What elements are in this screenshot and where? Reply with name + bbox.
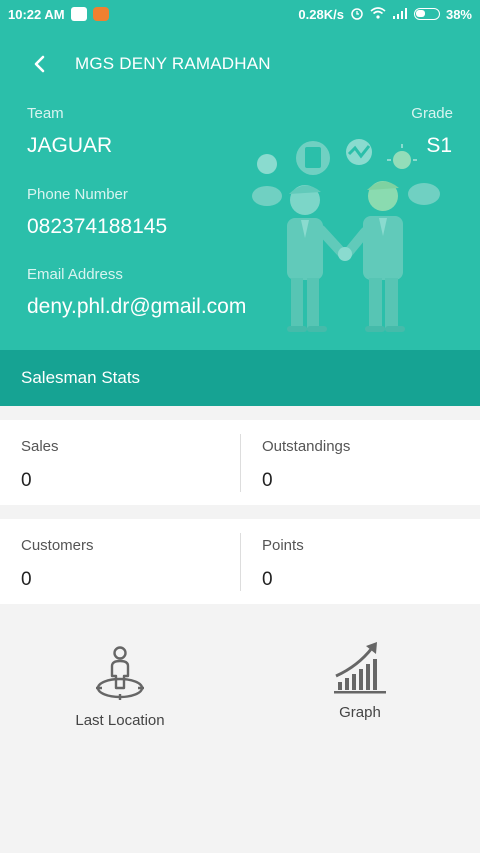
- handshake-illustration: [252, 139, 440, 332]
- stat-outstandings: Outstandings 0: [241, 420, 480, 505]
- stats-row-sales: Sales 0 Outstandings 0: [0, 420, 480, 505]
- profile-header: 10:22 AM 0.28K/s 38% MGS DENY RAMADHAN T…: [0, 0, 480, 350]
- grade-label: Grade: [411, 105, 453, 122]
- sales-label: Sales: [21, 438, 59, 455]
- status-bar: 10:22 AM 0.28K/s 38%: [0, 0, 480, 28]
- points-value: 0: [262, 569, 273, 590]
- email-value: deny.phl.dr@gmail.com: [27, 295, 247, 318]
- battery-level: 38%: [445, 6, 472, 22]
- battery-icon: [413, 8, 440, 20]
- team-label: Team: [27, 105, 64, 122]
- outstandings-value: 0: [262, 470, 273, 491]
- app-toolbar: MGS DENY RAMADHAN: [0, 44, 480, 84]
- chevron-left-icon: [34, 55, 45, 73]
- location-person-icon: [96, 646, 144, 700]
- stats-row-customers: Customers 0 Points 0: [0, 519, 480, 604]
- app-icon: [92, 7, 109, 21]
- stat-customers: Customers 0: [0, 519, 240, 604]
- graph-button[interactable]: Graph: [300, 638, 420, 721]
- alarm-icon: [350, 6, 364, 23]
- status-time: 10:22 AM: [8, 6, 65, 22]
- network-speed: 0.28K/s: [298, 6, 344, 22]
- last-location-button[interactable]: Last Location: [60, 644, 180, 729]
- salesman-stats-header: Salesman Stats: [0, 350, 480, 406]
- email-label: Email Address: [27, 266, 123, 283]
- customers-label: Customers: [21, 537, 94, 554]
- stat-points: Points 0: [241, 519, 480, 604]
- bar-chart-growth-icon: [334, 642, 386, 694]
- stat-sales: Sales 0: [0, 420, 240, 505]
- points-label: Points: [262, 537, 304, 554]
- phone-value: 082374188145: [27, 215, 168, 238]
- wifi-icon: [370, 6, 386, 22]
- team-value: JAGUAR: [27, 134, 113, 157]
- signal-icon: [392, 7, 408, 22]
- bbm-icon: [70, 7, 87, 21]
- action-grid: Last Location Graph: [0, 604, 480, 853]
- page-title: MGS DENY RAMADHAN: [75, 54, 271, 73]
- graph-label: Graph: [339, 704, 381, 721]
- last-location-label: Last Location: [75, 712, 165, 729]
- phone-label: Phone Number: [27, 186, 128, 203]
- outstandings-label: Outstandings: [262, 438, 351, 455]
- sales-value: 0: [21, 470, 32, 491]
- customers-value: 0: [21, 569, 32, 590]
- back-button[interactable]: [26, 50, 54, 78]
